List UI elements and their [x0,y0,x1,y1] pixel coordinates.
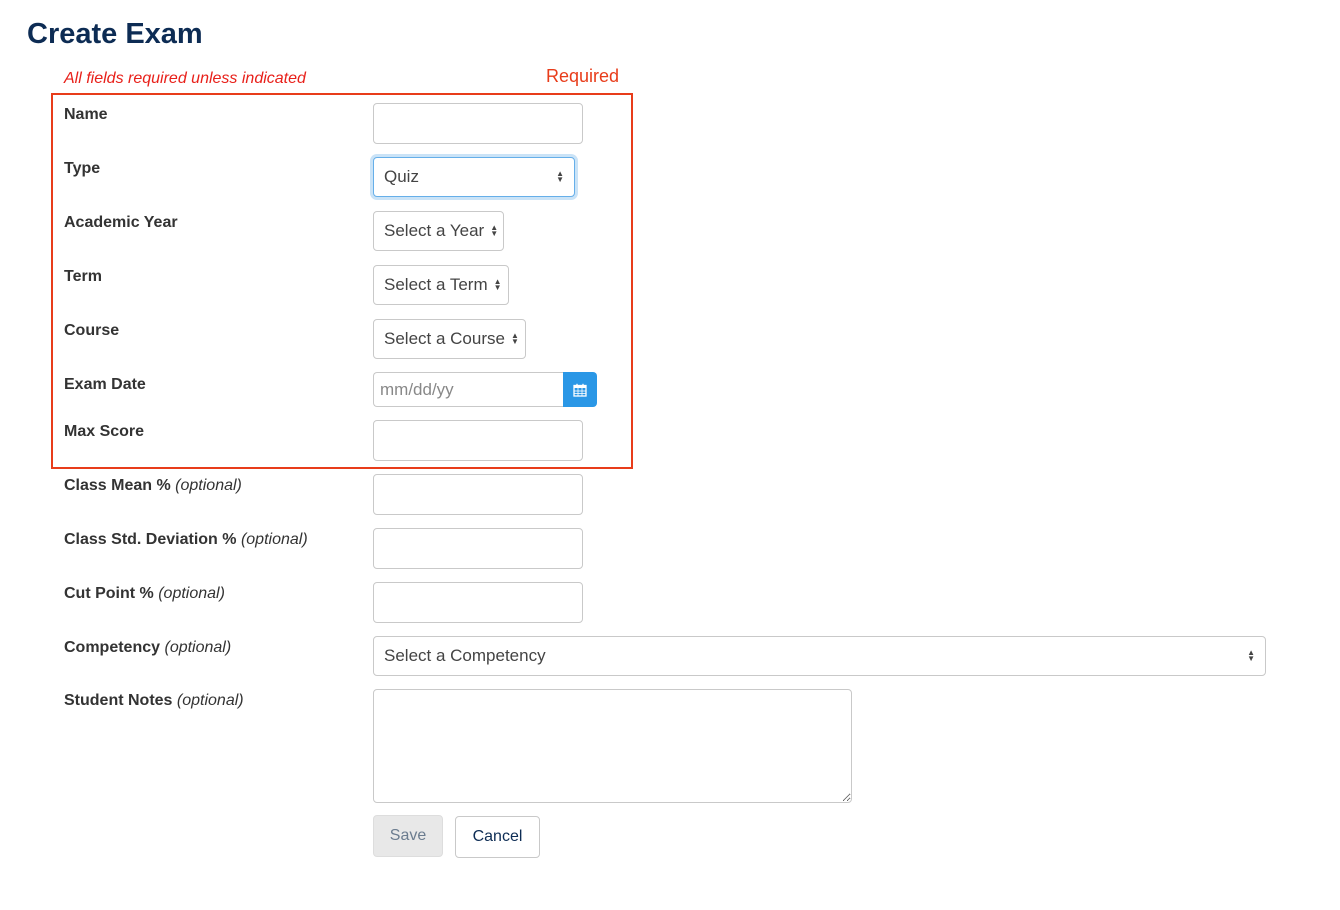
select-arrows-icon: ▲ ▼ [1247,648,1255,663]
course-label: Course [64,322,120,339]
select-arrows-icon: ▲ ▼ [510,331,519,346]
class-std-deviation-input[interactable] [373,528,583,569]
academic-year-select-value: Select a Year [384,221,485,240]
cut-point-input[interactable] [373,582,583,623]
calendar-button[interactable] [563,372,597,407]
max-score-input[interactable] [373,420,583,461]
cancel-button[interactable]: Cancel [455,816,540,858]
required-fields-note: All fields required unless indicated [64,70,306,87]
course-select-value: Select a Course [384,329,505,348]
type-label: Type [64,160,101,177]
name-label: Name [64,106,108,123]
select-arrows-icon: ▲ ▼ [493,277,502,292]
student-notes-textarea[interactable] [373,689,852,803]
page-title: Create Exam [27,18,203,50]
class-mean-label: Class Mean % (optional) [64,477,242,494]
select-arrows-icon: ▲ ▼ [490,223,499,238]
academic-year-label: Academic Year [64,214,178,231]
course-select[interactable]: Select a Course ▲ ▼ [373,319,526,359]
term-select[interactable]: Select a Term ▲ ▼ [373,265,509,305]
max-score-label: Max Score [64,423,145,440]
cut-point-label: Cut Point % (optional) [64,585,225,602]
type-select-value: Quiz [384,167,419,186]
term-label: Term [64,268,102,285]
select-arrows-icon: ▲ ▼ [556,169,564,184]
exam-date-group [373,372,597,407]
competency-select[interactable]: Select a Competency ▲ ▼ [373,636,1266,676]
type-select[interactable]: Quiz ▲ ▼ [373,157,575,197]
academic-year-select[interactable]: Select a Year ▲ ▼ [373,211,504,251]
class-std-deviation-label: Class Std. Deviation % (optional) [64,531,308,548]
name-input[interactable] [373,103,583,144]
exam-date-input[interactable] [373,372,563,407]
class-mean-input[interactable] [373,474,583,515]
term-select-value: Select a Term [384,275,488,294]
student-notes-label: Student Notes (optional) [64,692,244,709]
exam-date-label: Exam Date [64,376,146,393]
required-legend: Required [546,66,620,86]
save-button[interactable]: Save [373,815,443,857]
required-fields-highlight [51,93,633,469]
competency-label: Competency (optional) [64,639,232,656]
competency-select-value: Select a Competency [384,646,546,665]
calendar-icon [573,383,587,397]
